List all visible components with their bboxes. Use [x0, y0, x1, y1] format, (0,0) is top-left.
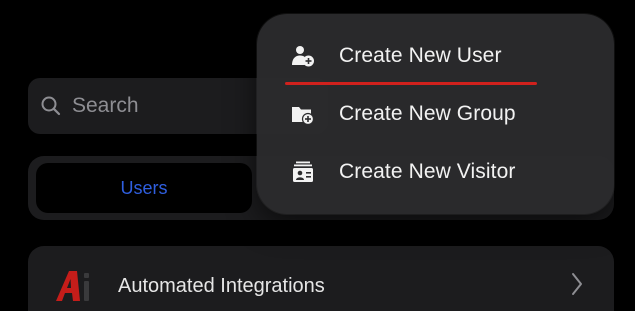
menu-item-create-user[interactable]: Create New User [257, 28, 614, 85]
menu-item-label: Create New Group [339, 102, 516, 125]
tab-users[interactable]: Users [36, 163, 252, 213]
add-folder-icon [292, 107, 315, 126]
list-item[interactable]: Automated Integrations [28, 246, 614, 311]
menu-item-create-visitor[interactable]: Create New Visitor [257, 144, 614, 200]
highlight-underline [285, 82, 537, 85]
add-user-icon [292, 46, 314, 67]
search-placeholder: Search [72, 94, 139, 117]
visitor-badge-icon [293, 161, 313, 182]
create-menu: Create New User Create New Group Create … [257, 14, 614, 214]
list-item-label: Automated Integrations [118, 274, 325, 297]
ai-logo-icon [56, 271, 89, 301]
search-icon [41, 96, 61, 116]
menu-item-label: Create New User [339, 44, 502, 67]
menu-item-create-group[interactable]: Create New Group [257, 86, 614, 142]
menu-item-label: Create New Visitor [339, 160, 516, 183]
chevron-right-icon [572, 273, 582, 295]
app-screen: Search Users Automated Integrations Crea… [0, 0, 635, 311]
